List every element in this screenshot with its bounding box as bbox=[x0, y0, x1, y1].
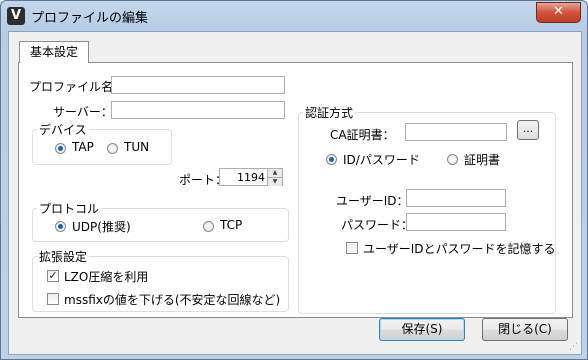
port-spinner[interactable]: 1194 ▲ ▼ bbox=[219, 168, 283, 186]
mssfix-label[interactable]: mssfixの値を下げる(不安定な回線など) bbox=[64, 291, 280, 308]
id-password-radio[interactable] bbox=[326, 154, 337, 165]
lzo-label[interactable]: LZO圧縮を利用 bbox=[64, 268, 148, 285]
certificate-radio-label[interactable]: 証明書 bbox=[464, 151, 500, 168]
ca-cert-label: CA証明書： bbox=[330, 128, 395, 142]
save-button[interactable]: 保存(S) bbox=[379, 318, 465, 341]
dialog-body: 基本設定 プロファイル名： サーバー： デバイス TAP TUN ポート： 11… bbox=[8, 31, 582, 355]
extended-legend: 拡張設定 bbox=[37, 248, 90, 265]
server-input[interactable] bbox=[111, 101, 285, 119]
browse-button[interactable]: ... bbox=[517, 120, 539, 140]
user-id-input[interactable] bbox=[406, 189, 506, 207]
auth-legend: 認証方式 bbox=[303, 104, 356, 121]
tun-radio[interactable] bbox=[107, 143, 118, 154]
protocol-legend: プロトコル bbox=[37, 200, 102, 217]
mssfix-checkbox[interactable] bbox=[47, 293, 59, 305]
app-icon: V bbox=[7, 7, 25, 25]
resize-grip-icon[interactable]: ⋰ bbox=[569, 342, 579, 352]
tab-panel-basic: プロファイル名： サーバー： デバイス TAP TUN ポート： 1194 ▲ … bbox=[18, 62, 573, 318]
profile-name-input[interactable] bbox=[111, 76, 285, 94]
tun-radio-label[interactable]: TUN bbox=[124, 140, 149, 154]
port-value: 1194 bbox=[237, 171, 265, 184]
user-id-label: ユーザーID： bbox=[336, 194, 409, 208]
close-window-button[interactable]: ✕ bbox=[536, 2, 581, 23]
password-input[interactable] bbox=[406, 213, 506, 231]
lzo-checkbox[interactable]: ✓ bbox=[47, 270, 59, 282]
remember-label[interactable]: ユーザーIDとパスワードを記憶する bbox=[363, 240, 556, 257]
edit-profile-dialog: V プロファイルの編集 ✕ 基本設定 プロファイル名： サーバー： デバイス T… bbox=[0, 0, 588, 360]
device-legend: デバイス bbox=[37, 121, 89, 138]
close-button[interactable]: 閉じる(C) bbox=[482, 318, 568, 341]
certificate-radio[interactable] bbox=[447, 154, 458, 165]
server-label: サーバー： bbox=[53, 105, 113, 119]
udp-radio[interactable] bbox=[55, 221, 66, 232]
ca-cert-input[interactable] bbox=[405, 123, 507, 141]
spin-down-icon[interactable]: ▼ bbox=[267, 177, 282, 186]
tap-radio-label[interactable]: TAP bbox=[72, 140, 94, 154]
window-title: プロファイルの編集 bbox=[31, 11, 149, 26]
tab-basic-settings[interactable]: 基本設定 bbox=[19, 41, 89, 63]
tcp-radio-label[interactable]: TCP bbox=[220, 218, 242, 232]
device-group: デバイス TAP TUN bbox=[32, 121, 172, 165]
id-password-radio-label[interactable]: ID/パスワード bbox=[343, 151, 420, 168]
remember-checkbox[interactable] bbox=[346, 242, 358, 254]
protocol-group: プロトコル UDP(推奨) TCP bbox=[32, 200, 289, 242]
tap-radio[interactable] bbox=[55, 143, 66, 154]
tcp-radio[interactable] bbox=[203, 221, 214, 232]
udp-radio-label[interactable]: UDP(推奨) bbox=[72, 218, 131, 235]
spin-up-icon[interactable]: ▲ bbox=[267, 169, 282, 177]
extended-settings-group: 拡張設定 ✓ LZO圧縮を利用 mssfixの値を下げる(不安定な回線など) bbox=[32, 248, 289, 312]
password-label: パスワード： bbox=[341, 218, 414, 232]
title-bar[interactable]: V プロファイルの編集 ✕ bbox=[1, 1, 587, 31]
